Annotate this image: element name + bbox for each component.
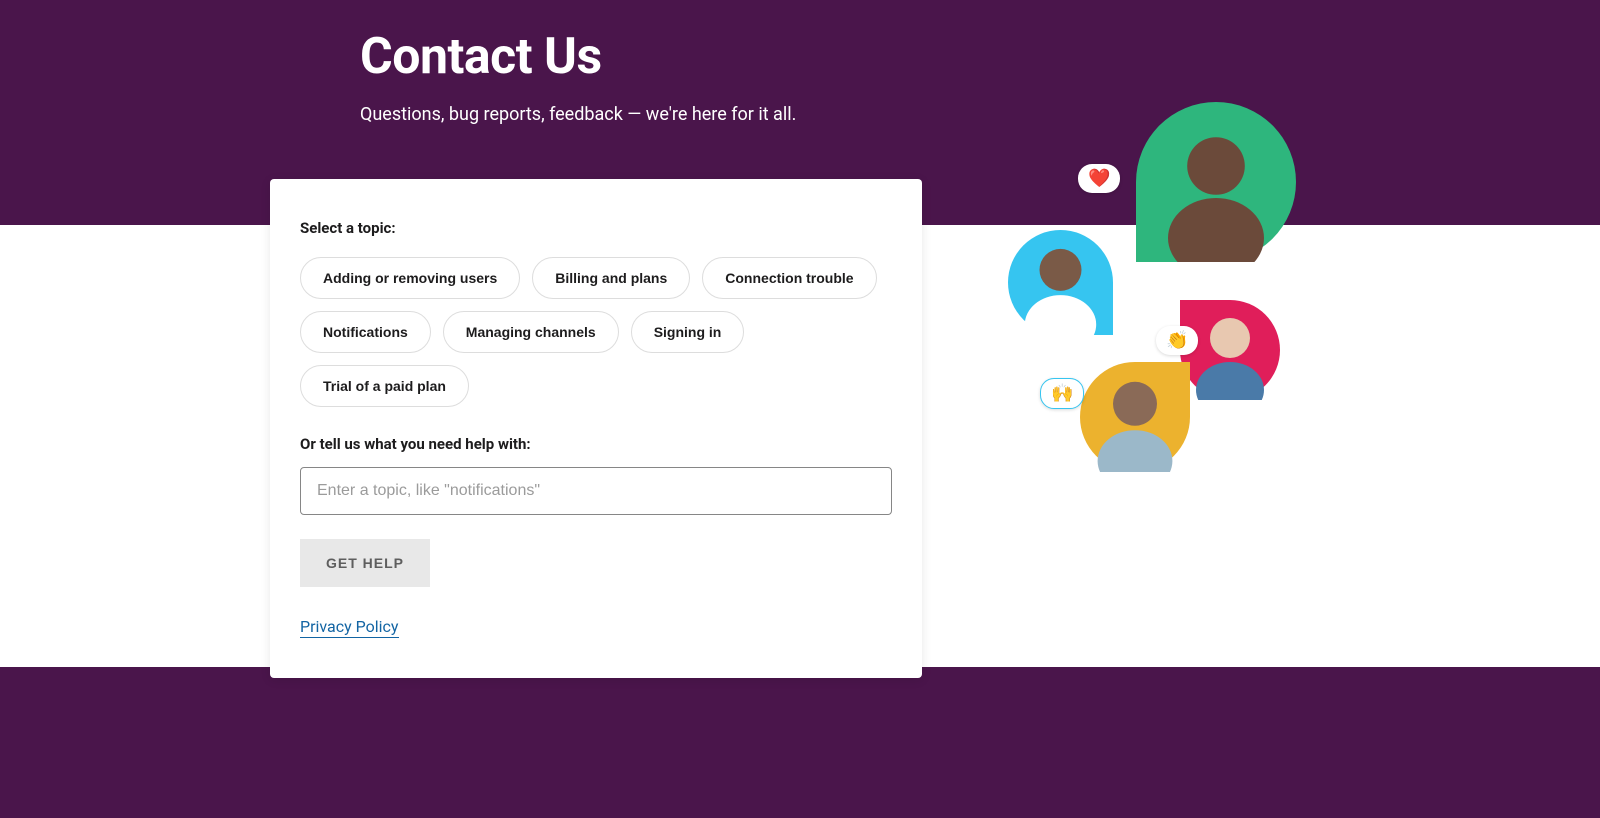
- page-title: Contact Us: [360, 28, 1330, 86]
- avatar-bubble-blue: [1008, 230, 1113, 335]
- person-icon: [1136, 102, 1296, 262]
- person-icon: [1080, 362, 1190, 472]
- topic-chip-adding-removing-users[interactable]: Adding or removing users: [300, 257, 520, 299]
- privacy-policy-link[interactable]: Privacy Policy: [300, 617, 399, 638]
- topic-chip-billing-plans[interactable]: Billing and plans: [532, 257, 690, 299]
- tell-us-label: Or tell us what you need help with:: [300, 435, 892, 453]
- clap-icon: 👏: [1156, 326, 1198, 355]
- avatar-bubble-red: [1180, 300, 1280, 400]
- select-topic-label: Select a topic:: [300, 219, 892, 237]
- avatar-bubble-yellow: [1080, 362, 1190, 472]
- heart-icon: ❤️: [1078, 164, 1120, 193]
- get-help-button[interactable]: GET HELP: [300, 539, 430, 587]
- people-illustration: ❤️ 👏 🙌: [1008, 102, 1308, 482]
- topic-chip-managing-channels[interactable]: Managing channels: [443, 311, 619, 353]
- topic-chip-signing-in[interactable]: Signing in: [631, 311, 745, 353]
- raised-hands-icon: 🙌: [1040, 378, 1084, 409]
- topic-chip-connection-trouble[interactable]: Connection trouble: [702, 257, 876, 299]
- topic-chip-notifications[interactable]: Notifications: [300, 311, 431, 353]
- avatar-bubble-green: [1136, 102, 1296, 262]
- topic-input[interactable]: [300, 467, 892, 515]
- topic-chip-trial-paid-plan[interactable]: Trial of a paid plan: [300, 365, 469, 407]
- footer-background: [0, 667, 1600, 818]
- topic-chip-group: Adding or removing users Billing and pla…: [300, 257, 892, 407]
- contact-card: Select a topic: Adding or removing users…: [270, 179, 922, 678]
- person-icon: [1008, 230, 1113, 335]
- person-icon: [1180, 300, 1280, 400]
